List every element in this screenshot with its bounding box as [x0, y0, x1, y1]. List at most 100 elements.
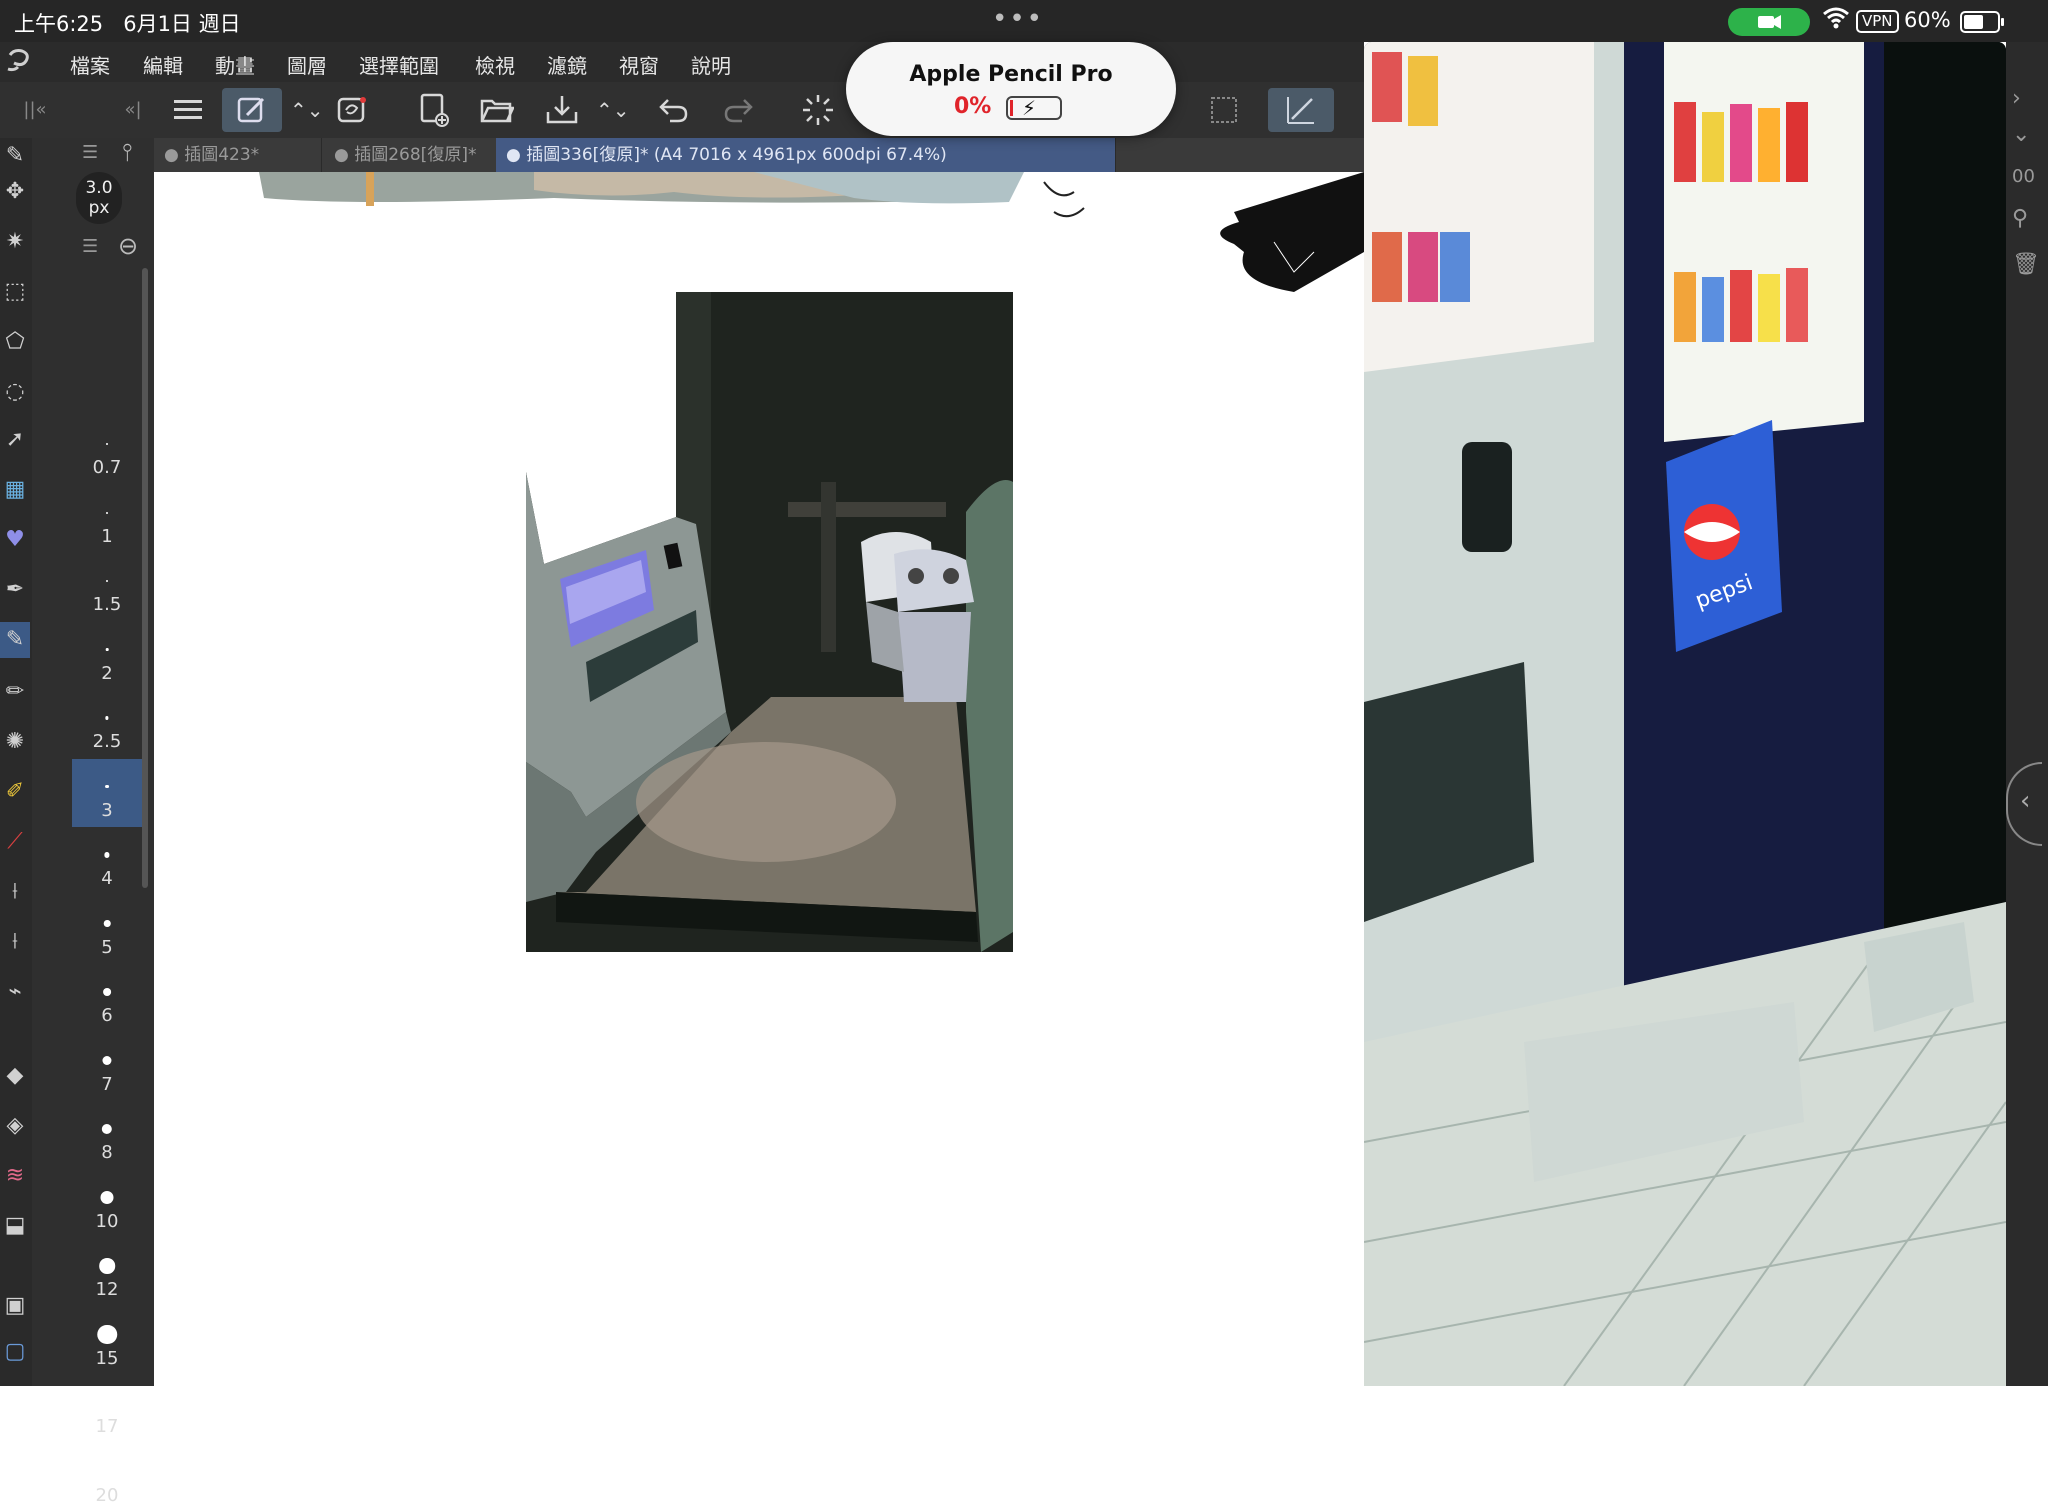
brush-size-option[interactable]: 7 [72, 1033, 142, 1101]
figure-tool-icon[interactable]: ⬓ [0, 1208, 30, 1244]
brush-settings-icon[interactable]: ⫯ [122, 138, 132, 166]
menu-filter[interactable]: 濾鏡 [547, 50, 587, 79]
document-tabs: ● 插圖423* ● 插圖268[復原]* ● 插圖336[復原]* (A4 7… [154, 138, 1364, 172]
fill-bucket-icon[interactable]: ◈ [0, 1108, 30, 1144]
drawing-canvas[interactable] [154, 172, 1364, 1386]
palette-menu-icon[interactable]: ☰ [82, 142, 98, 163]
brush-size-option[interactable]: 10 [72, 1170, 142, 1238]
edit-mode-button[interactable] [222, 88, 282, 132]
brush-size-label: 0.7 [92, 457, 122, 478]
new-canvas-icon[interactable] [412, 88, 456, 132]
brush-size-preview-dot [103, 920, 111, 927]
brush-size-option[interactable]: 20 [72, 1444, 142, 1512]
menu-edit[interactable]: 編輯 [143, 50, 183, 79]
brush-size-option[interactable]: 2.5 [72, 690, 142, 758]
brush-size-label: 12 [95, 1279, 119, 1300]
lasso-fill-icon[interactable] [330, 88, 374, 132]
airbrush-icon[interactable]: ✺ [0, 724, 30, 760]
chevron-down-icon[interactable]: ⌄ [2012, 122, 2030, 147]
brush-size-label: 3 [101, 799, 113, 821]
polygon-select-icon[interactable]: ⬠ [0, 324, 30, 360]
auto-select-icon[interactable]: ▦ [0, 472, 30, 508]
brush-size-preview-dot [105, 648, 109, 651]
brush-size-preview-dot [94, 1458, 120, 1485]
brush-size-label: 5 [101, 936, 113, 958]
heart-brush-icon[interactable]: ♥ [0, 522, 30, 558]
blend-tool-icon[interactable]: ⟋ [0, 824, 30, 860]
redo-icon[interactable] [716, 88, 760, 132]
multitasking-dots-icon[interactable]: ••• [992, 4, 1044, 34]
gradient-icon[interactable]: ≋ [0, 1158, 30, 1194]
decoration-brush-icon[interactable]: ✐ [0, 774, 30, 810]
brush-size-preview-dot [104, 852, 110, 858]
menu-file[interactable]: 檔案 [70, 50, 110, 79]
brush-size-option[interactable]: 2 [72, 622, 142, 690]
brush-size-option[interactable]: 1 [72, 485, 142, 553]
open-file-icon[interactable] [475, 88, 519, 132]
brush-size-label: 6 [101, 1005, 113, 1026]
undo-icon[interactable] [652, 88, 696, 132]
pencil-battery-icon: ⚡ [1006, 96, 1062, 120]
pen-tool-active-icon[interactable]: ✎ [0, 622, 30, 658]
brush-size-option[interactable]: 1.5 [72, 553, 142, 621]
brush-size-preview-dot [102, 1055, 112, 1066]
menu-selection[interactable]: 選擇範圍 [359, 50, 439, 79]
brush-size-option[interactable]: 17 [72, 1375, 142, 1443]
save-icon[interactable] [540, 88, 584, 132]
hamburger-menu-icon[interactable] [166, 88, 210, 132]
chevron-up-down-icon[interactable]: ⌃⌄ [596, 88, 630, 132]
marker-icon[interactable]: ✒ [0, 572, 30, 608]
brush-size-option[interactable]: 12 [72, 1238, 142, 1306]
eraser-icon[interactable]: ◆ [0, 1058, 30, 1094]
size-menu-icon[interactable]: ☰ [82, 236, 98, 257]
menu-layer[interactable]: 圖層 [287, 50, 327, 79]
brush-icon[interactable]: ⌁ [0, 974, 30, 1010]
eyedropper-icon[interactable]: ⟊ [0, 874, 30, 910]
menu-view[interactable]: 檢視 [475, 50, 515, 79]
trash-icon[interactable]: 🗑 [2012, 252, 2040, 277]
brush-size-label: 20 [95, 1484, 119, 1506]
chevron-left-icon: ‹ [2020, 786, 2031, 816]
collapse-left-icon[interactable]: ||« [20, 88, 50, 132]
sparkle-tool-icon[interactable]: ✷ [0, 224, 30, 260]
brush-size-option[interactable]: 15 [72, 1307, 142, 1375]
brush-size-option[interactable]: 6 [72, 964, 142, 1032]
chevron-up-down-icon[interactable]: ⌃⌄ [290, 88, 324, 132]
clip-studio-logo-icon[interactable] [4, 45, 34, 82]
chevron-right-icon[interactable]: › [2012, 86, 2021, 111]
selection-frame-icon[interactable] [1202, 88, 1246, 132]
brush-size-preview-dot [99, 1258, 115, 1274]
right-panel-edge: › ⌄ 00 ⚲ 🗑 ‹ [2006, 42, 2048, 1386]
brush-size-option[interactable]: 3 [72, 758, 142, 827]
brush-size-option[interactable]: 8 [72, 1101, 142, 1169]
link-icon[interactable]: ⚲ [2012, 206, 2028, 231]
reference-image-window[interactable]: pepsi [1364, 42, 2006, 1386]
transform-tool-button[interactable] [1268, 88, 1334, 132]
brush-size-option[interactable]: 0.7 [72, 416, 142, 484]
object-select-icon[interactable]: ➚ [0, 422, 30, 458]
eyedropper-sub-icon[interactable]: ⟊ [0, 924, 30, 960]
pen-tool-icon[interactable]: ✎ [0, 138, 30, 174]
menu-animation[interactable]: 動畫 [215, 50, 255, 79]
tab-illustration-423[interactable]: ● 插圖423* [154, 138, 322, 172]
brush-size-option[interactable]: 5 [72, 896, 142, 964]
tab-illustration-336[interactable]: ● 插圖336[復原]* (A4 7016 x 4961px 600dpi 67… [496, 138, 1116, 172]
pencil-icon[interactable]: ✏ [0, 674, 30, 710]
link-icon[interactable]: ⊖ [118, 232, 138, 260]
rectangle-select-icon[interactable]: ⬚ [0, 274, 30, 310]
brush-size-option[interactable]: 4 [72, 827, 142, 895]
brush-size-preview-dot [95, 1391, 119, 1415]
menu-window[interactable]: 視窗 [619, 50, 659, 79]
panel-toggle-icon[interactable]: «| [118, 88, 148, 132]
lasso-select-icon[interactable]: ◌ [0, 374, 30, 410]
menu-help[interactable]: 說明 [691, 50, 731, 79]
vpn-badge: VPN [1856, 10, 1899, 33]
brush-size-label: 17 [95, 1416, 119, 1437]
frame-tool-icon[interactable]: ▣ [0, 1288, 30, 1324]
brush-size-preview-dot [97, 1324, 117, 1345]
status-time: 上午6:25 6月1日 週日 [14, 12, 241, 36]
brush-size-preview-dot [105, 716, 109, 720]
palette-scrollbar[interactable] [142, 268, 148, 888]
move-tool-icon[interactable]: ✥ [0, 174, 30, 210]
color-chip-icon[interactable]: ▢ [0, 1334, 30, 1370]
